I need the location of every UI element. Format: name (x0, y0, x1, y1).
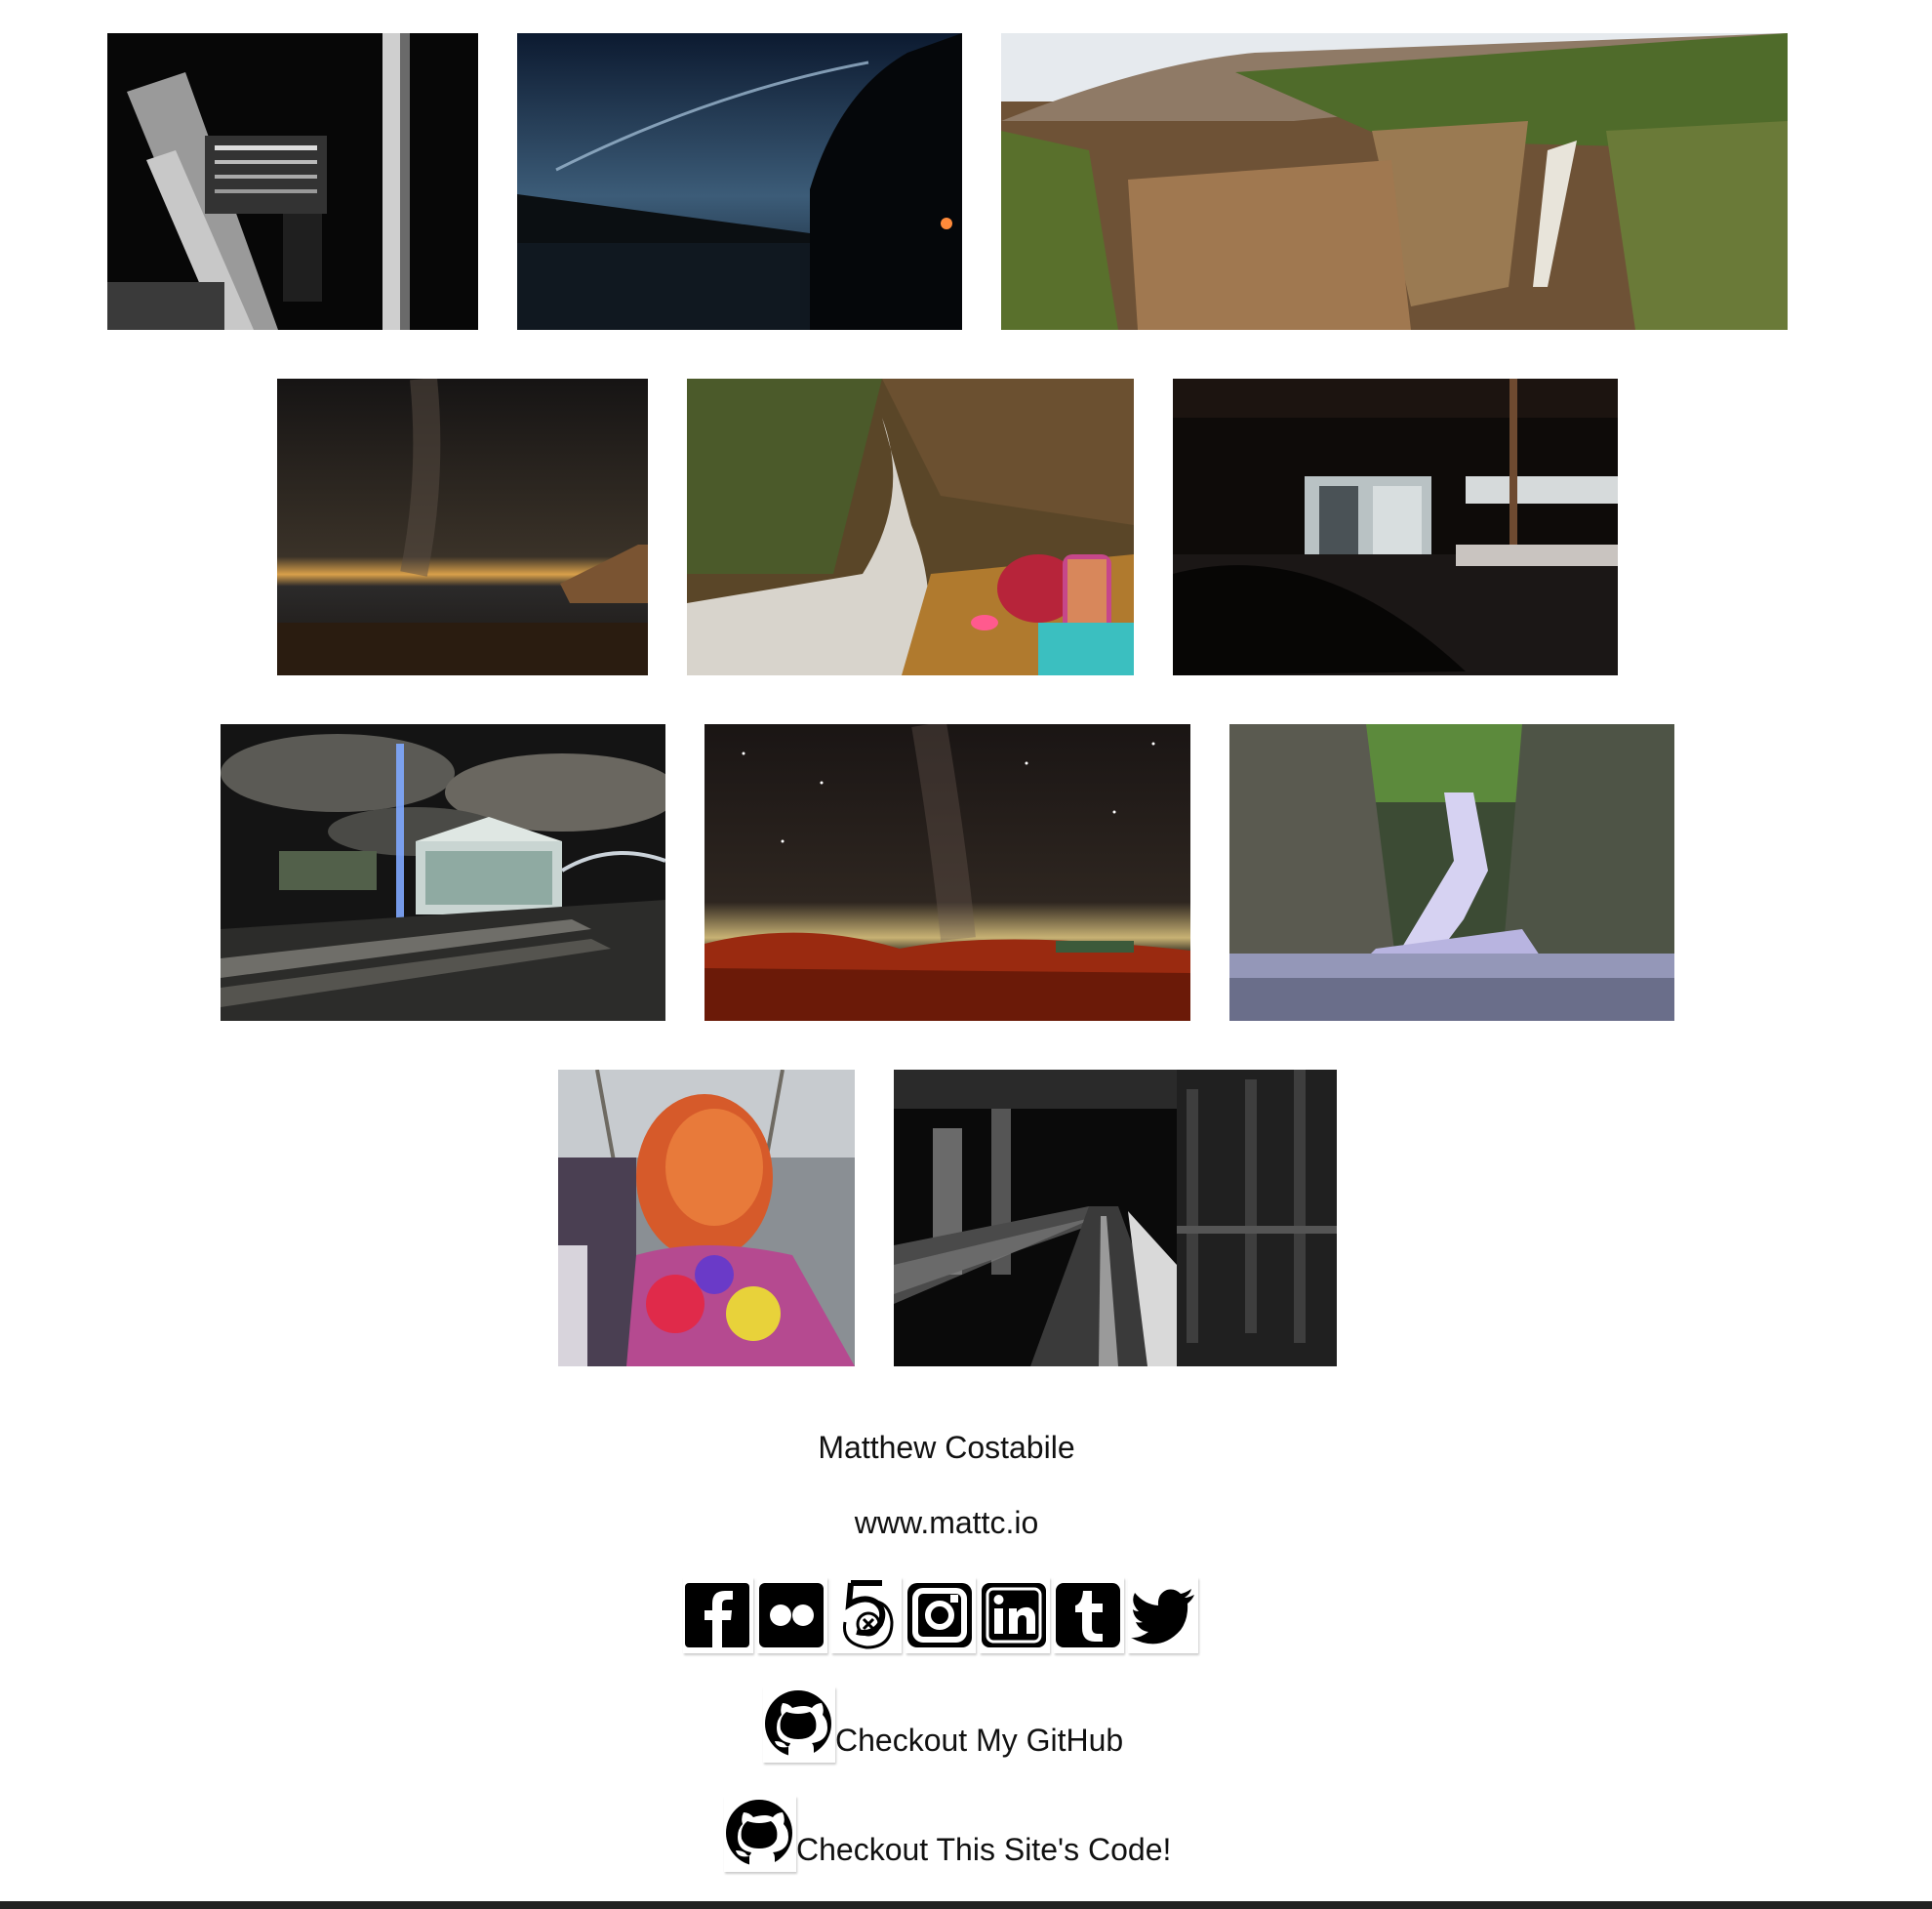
website-link[interactable]: www.mattc.io (855, 1505, 1038, 1540)
instagram-link[interactable] (906, 1577, 976, 1653)
500px-link[interactable] (831, 1577, 902, 1653)
500px-icon (842, 1580, 894, 1649)
gallery-photo-cascade-pool[interactable] (1229, 724, 1674, 1021)
facebook-link[interactable] (683, 1577, 753, 1653)
tumblr-link[interactable] (1054, 1577, 1124, 1653)
site-code-link[interactable]: Checkout This Site's Code! (724, 1796, 1171, 1872)
gallery-photo-building-reflection[interactable] (107, 33, 478, 330)
flickr-icon (759, 1583, 824, 1647)
gallery-photo-carousel-bridge[interactable] (221, 724, 665, 1021)
gallery-photo-lake-night-sky[interactable] (517, 33, 962, 330)
github-profile-link[interactable]: Checkout My GitHub (763, 1686, 1123, 1763)
gallery-photo-milky-way-field[interactable] (704, 724, 1190, 1021)
author-name: Matthew Costabile (818, 1430, 1075, 1465)
website-line: www.mattc.io (0, 1505, 1893, 1541)
facebook-icon (685, 1583, 749, 1647)
twitter-link[interactable] (1128, 1577, 1198, 1653)
linkedin-link[interactable] (980, 1577, 1050, 1653)
github-icon (765, 1690, 831, 1759)
gallery-photo-color-festival[interactable] (558, 1070, 855, 1366)
github-icon (726, 1800, 792, 1868)
instagram-icon (907, 1583, 972, 1647)
gallery-photo-person-by-stream[interactable] (687, 379, 1134, 675)
gallery-photo-snowy-walkway[interactable] (894, 1070, 1337, 1366)
linkedin-icon (982, 1583, 1046, 1647)
tumblr-icon (1056, 1583, 1120, 1647)
bottom-bar (0, 1901, 1932, 1909)
site-code-link-label: Checkout This Site's Code! (796, 1832, 1172, 1867)
social-links (683, 1577, 1198, 1655)
twitter-icon (1131, 1589, 1194, 1645)
gallery-photo-milky-way-pier[interactable] (277, 379, 648, 675)
flickr-link[interactable] (757, 1577, 827, 1653)
gallery-photo-waterfall-gorge[interactable] (1001, 33, 1788, 330)
github-link-label: Checkout My GitHub (835, 1723, 1124, 1758)
gallery-photo-warehouse-night[interactable] (1173, 379, 1618, 675)
